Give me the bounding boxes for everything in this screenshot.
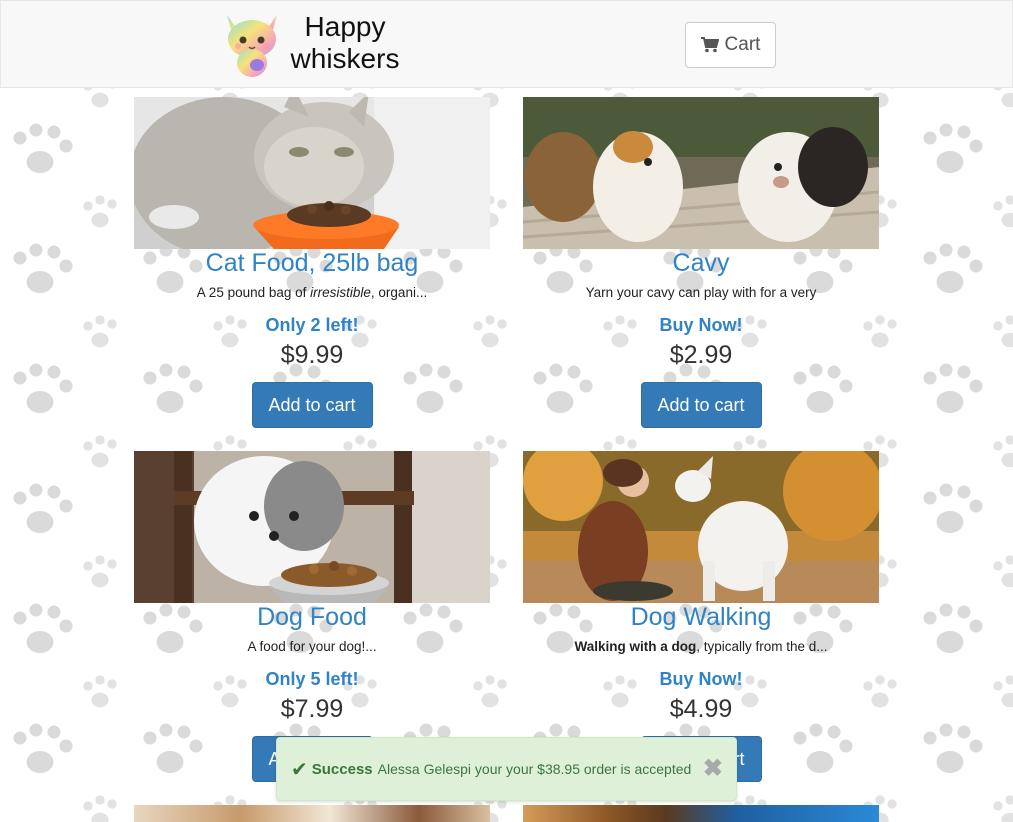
add-to-cart-button[interactable]: Add to cart [640, 382, 762, 428]
cart-button[interactable]: Cart [685, 22, 776, 68]
product-title[interactable]: Cavy [523, 249, 879, 277]
toast-message: Alessa Gelespi your your $38.95 order is… [377, 761, 692, 777]
product-description: Yarn your cavy can play with for a very [585, 285, 817, 300]
product-price: $9.99 [280, 341, 344, 369]
kitten-logo-icon [221, 7, 283, 79]
product-image-partial[interactable] [523, 805, 879, 822]
navbar: Happy whiskers Cart [0, 0, 1013, 88]
product-price: $7.99 [280, 695, 344, 723]
product-image-dog-food[interactable] [134, 451, 490, 603]
product-card: Cat Food, 25lb bag A 25 pound bag of irr… [134, 97, 490, 428]
product-card: Dog Food A food for your dog!... Only 5 … [134, 451, 490, 782]
description-text: , typically from the d... [696, 639, 828, 654]
check-icon: ✔ [291, 758, 308, 781]
product-description: A 25 pound bag of irresistible, organi..… [134, 285, 490, 301]
product-card: Cavy Yarn your cavy can play with for a … [523, 97, 879, 428]
product-card: Dog Walking Walking with a dog, typicall… [523, 451, 879, 782]
brand-link[interactable]: Happy whiskers [221, 7, 403, 79]
description-text: A 25 pound bag of [196, 285, 311, 300]
brand-line-2: whiskers [290, 43, 400, 74]
shopping-cart-icon [700, 37, 719, 53]
description-emphasis: irresistible [310, 285, 371, 300]
product-image-cavy[interactable] [523, 97, 879, 249]
product-image-partial[interactable] [134, 805, 490, 822]
product-image-cat-food[interactable] [134, 97, 490, 249]
description-strong: Walking with a dog [574, 639, 697, 654]
product-description: Walking with a dog, typically from the d… [523, 639, 879, 655]
product-image-dog-walking[interactable] [523, 451, 879, 603]
stock-status: Buy Now! [659, 669, 743, 689]
product-title[interactable]: Dog Walking [523, 603, 879, 631]
product-description: A food for your dog!... [247, 639, 377, 654]
stock-status: Buy Now! [659, 315, 743, 335]
brand-name: Happy whiskers [287, 11, 403, 75]
close-icon[interactable]: ✖ [703, 757, 723, 781]
toast-title: Success [311, 760, 373, 778]
stock-status: Only 5 left! [265, 669, 359, 689]
add-to-cart-button[interactable]: Add to cart [251, 382, 373, 428]
brand-line-1: Happy [304, 11, 386, 42]
product-title[interactable]: Dog Food [134, 603, 490, 631]
product-title[interactable]: Cat Food, 25lb bag [134, 249, 490, 277]
cart-label: Cart [724, 34, 761, 55]
stock-status: Only 2 left! [265, 315, 359, 335]
product-price: $4.99 [669, 695, 733, 723]
success-toast: ✔ Success Alessa Gelespi your your $38.9… [276, 737, 737, 801]
product-price: $2.99 [669, 341, 733, 369]
description-text: , organi... [370, 285, 428, 300]
